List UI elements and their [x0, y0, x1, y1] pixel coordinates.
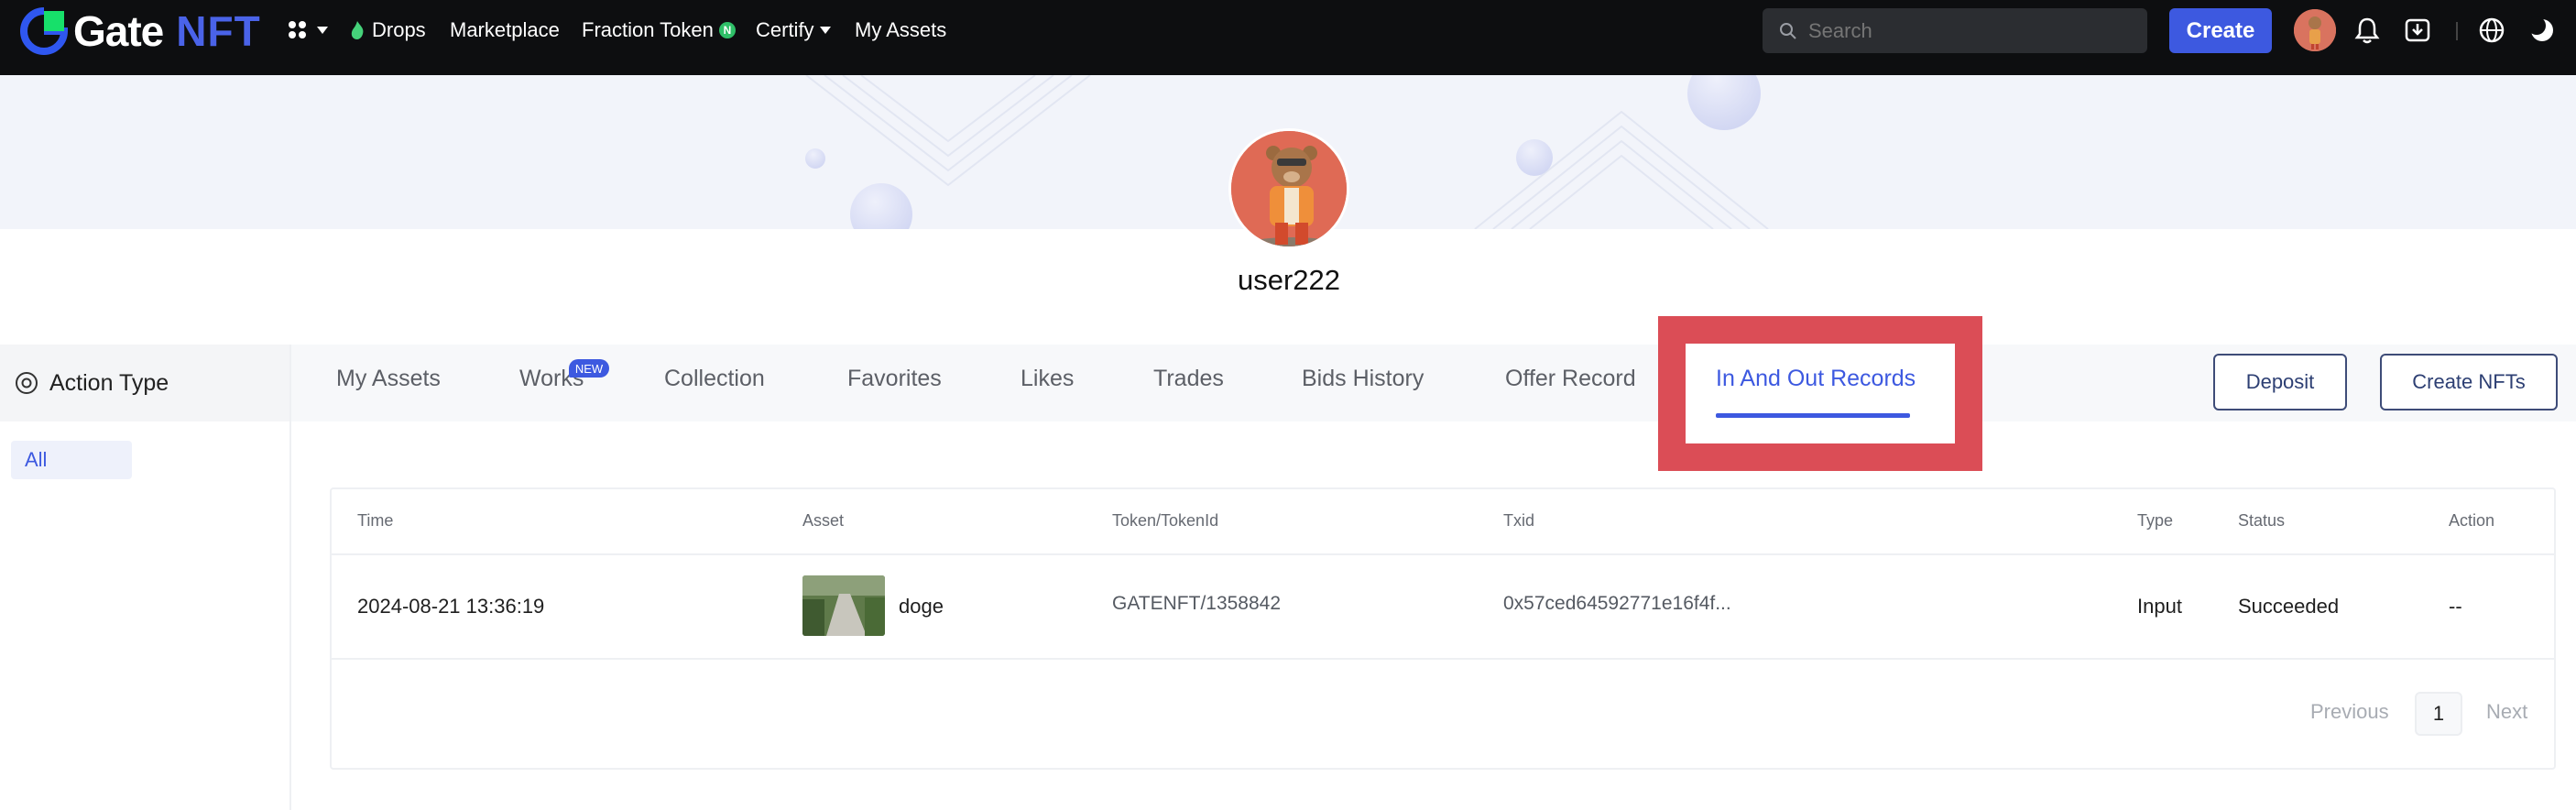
top-navigation-bar: Gate NFT Drops Marketplace Fraction Toke… — [0, 0, 2576, 75]
new-badge: NEW — [569, 359, 609, 378]
create-nfts-button[interactable]: Create NFTs — [2380, 354, 2558, 410]
tab-my-assets[interactable]: My Assets — [336, 366, 441, 392]
bell-icon[interactable] — [2352, 15, 2383, 46]
profile-avatar — [1228, 128, 1349, 249]
fraction-token-badge: N — [718, 22, 736, 38]
sidebar-divider — [289, 345, 291, 810]
cell-type: Input — [2137, 595, 2182, 618]
apps-grid-icon — [289, 21, 306, 38]
sidebar-item-all[interactable]: All — [11, 441, 132, 479]
nav-certify-label: Certify — [756, 18, 814, 41]
tab-favorites[interactable]: Favorites — [847, 366, 942, 392]
search-box[interactable] — [1763, 8, 2147, 53]
active-tab-indicator — [1716, 413, 1910, 418]
chevron-down-icon — [317, 27, 328, 34]
nav-marketplace[interactable]: Marketplace — [450, 18, 560, 42]
pagination-current-page[interactable]: 1 — [2415, 692, 2462, 736]
active-tab-background — [1686, 344, 1955, 443]
bear-avatar-image — [2294, 9, 2336, 51]
nav-my-assets[interactable]: My Assets — [855, 18, 946, 42]
search-icon — [1780, 22, 1796, 39]
tab-bids-history[interactable]: Bids History — [1302, 366, 1424, 392]
table-row-divider — [332, 658, 2554, 660]
globe-icon[interactable] — [2476, 15, 2507, 46]
nav-fraction-token-label: Fraction Token — [582, 18, 714, 41]
tab-collection[interactable]: Collection — [664, 366, 765, 392]
cell-asset-name[interactable]: doge — [899, 595, 944, 618]
sidebar-title: Action Type — [49, 369, 169, 396]
records-table — [330, 487, 2556, 770]
download-icon[interactable] — [2402, 15, 2433, 46]
user-avatar[interactable] — [2294, 9, 2336, 51]
nav-drops[interactable]: Drops — [350, 18, 426, 42]
column-header-txid: Txid — [1503, 511, 1535, 530]
gate-logo-icon — [20, 7, 68, 55]
target-icon — [16, 372, 38, 394]
cell-time: 2024-08-21 13:36:19 — [357, 595, 545, 618]
column-header-action: Action — [2449, 511, 2495, 530]
cell-action: -- — [2449, 595, 2462, 618]
tab-likes[interactable]: Likes — [1021, 366, 1074, 392]
sidebar-header: Action Type — [0, 345, 289, 421]
nav-fraction-token[interactable]: Fraction Token N — [582, 18, 736, 42]
deposit-button[interactable]: Deposit — [2213, 354, 2347, 410]
header-divider — [2456, 22, 2458, 40]
brand-name: Gate — [73, 7, 164, 55]
chevron-down-icon — [819, 27, 831, 34]
banner-bubble — [1516, 139, 1553, 176]
asset-thumbnail[interactable] — [802, 575, 885, 636]
nav-my-assets-label: My Assets — [855, 18, 947, 41]
nav-marketplace-label: Marketplace — [450, 18, 560, 41]
pagination-next[interactable]: Next — [2486, 700, 2527, 724]
nav-certify[interactable]: Certify — [756, 18, 831, 42]
asset-image — [802, 575, 885, 636]
search-input[interactable] — [1808, 18, 2120, 43]
column-header-status: Status — [2238, 511, 2286, 530]
gate-nft-logo[interactable]: Gate NFT — [20, 7, 261, 55]
column-header-time: Time — [357, 511, 394, 530]
cell-status: Succeeded — [2238, 595, 2340, 618]
dark-mode-icon[interactable] — [2527, 15, 2558, 46]
column-header-asset: Asset — [802, 511, 845, 530]
column-header-token: Token/TokenId — [1112, 511, 1219, 530]
tab-offer-record[interactable]: Offer Record — [1505, 366, 1636, 392]
table-header-divider — [332, 553, 2554, 555]
cell-txid[interactable]: 0x57ced64592771e16f4f... — [1503, 593, 1731, 615]
pagination-previous[interactable]: Previous — [2310, 700, 2389, 724]
tab-in-and-out-records[interactable]: In And Out Records — [1716, 366, 1916, 392]
bear-avatar-image — [1231, 131, 1347, 246]
profile-username: user222 — [1237, 264, 1341, 296]
column-header-type: Type — [2137, 511, 2174, 530]
flame-icon — [351, 21, 364, 39]
tab-trades[interactable]: Trades — [1153, 366, 1224, 392]
brand-nft: NFT — [176, 7, 261, 55]
create-button[interactable]: Create — [2169, 8, 2272, 53]
nav-drops-label: Drops — [372, 18, 426, 41]
banner-bubble — [805, 148, 825, 169]
apps-menu[interactable] — [288, 20, 328, 40]
cell-token[interactable]: GATENFT/1358842 — [1112, 593, 1281, 615]
